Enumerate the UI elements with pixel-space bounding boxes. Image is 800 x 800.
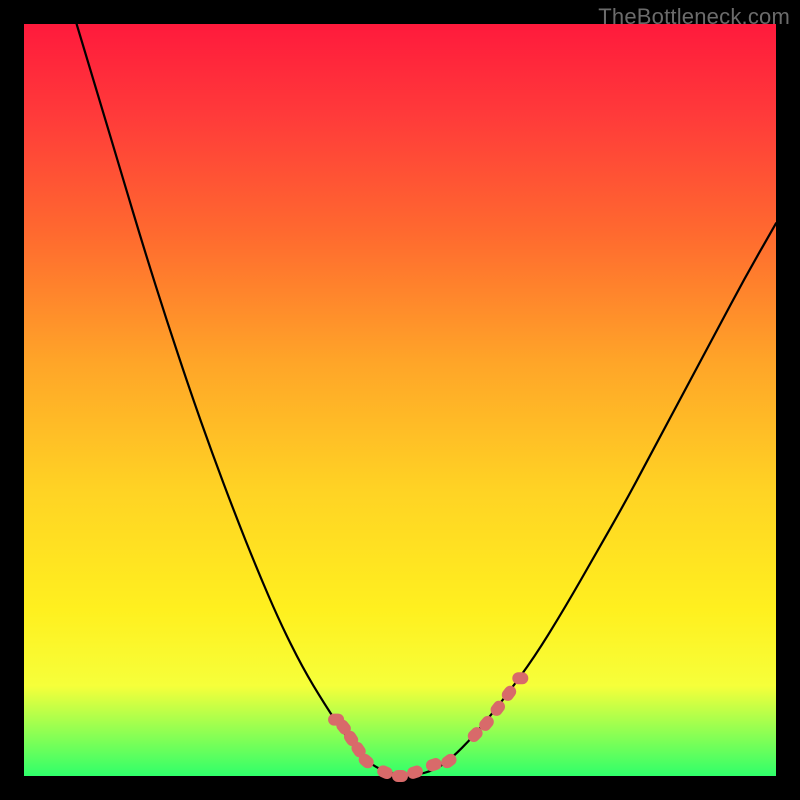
curve-marker	[375, 763, 394, 780]
curve-marker	[392, 770, 408, 782]
bottleneck-curve	[77, 24, 776, 775]
marker-layer	[328, 672, 528, 782]
bottleneck-curve-chart	[24, 24, 776, 776]
curve-marker	[512, 672, 528, 684]
curve-marker	[424, 756, 443, 772]
curve-marker	[406, 764, 425, 780]
